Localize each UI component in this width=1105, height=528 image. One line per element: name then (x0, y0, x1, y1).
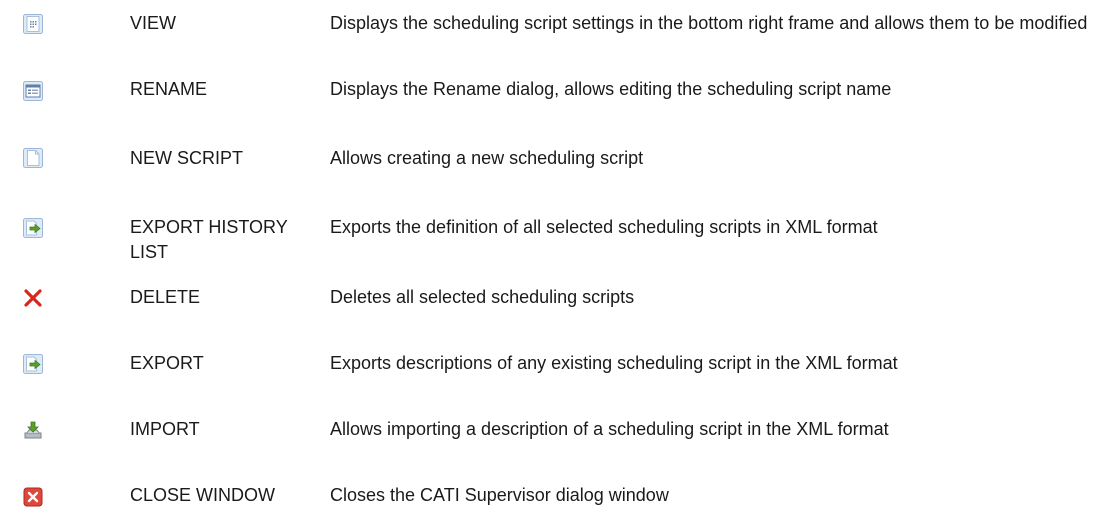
export-history-icon[interactable] (22, 217, 44, 239)
row-name: IMPORT (130, 419, 200, 439)
row-name: RENAME (130, 79, 208, 99)
view-icon[interactable] (22, 13, 44, 35)
row-name: NEW SCRIPT (130, 148, 244, 168)
row-description: Deletes all selected scheduling scripts (330, 287, 635, 307)
row-description: Exports descriptions of any existing sch… (330, 353, 898, 373)
row-name: EXPORT HISTORY LIST (130, 217, 288, 262)
close-window-icon[interactable] (22, 486, 44, 508)
row-description: Allows importing a description of a sche… (330, 419, 889, 439)
rename-icon[interactable] (22, 80, 44, 102)
import-icon[interactable] (22, 419, 44, 441)
row-description: Closes the CATI Supervisor dialog window (330, 485, 669, 505)
row-description: Allows creating a new scheduling script (330, 148, 644, 168)
row-description: Displays the scheduling script settings … (330, 13, 1088, 33)
row-description: Exports the definition of all selected s… (330, 217, 878, 237)
row-name: DELETE (130, 287, 201, 307)
row-name: VIEW (130, 13, 177, 33)
new-script-icon[interactable] (22, 147, 44, 169)
delete-icon[interactable] (22, 287, 44, 309)
row-description: Displays the Rename dialog, allows editi… (330, 79, 892, 99)
row-name: CLOSE WINDOW (130, 485, 276, 505)
export-icon[interactable] (22, 353, 44, 375)
row-name: EXPORT (130, 353, 204, 373)
